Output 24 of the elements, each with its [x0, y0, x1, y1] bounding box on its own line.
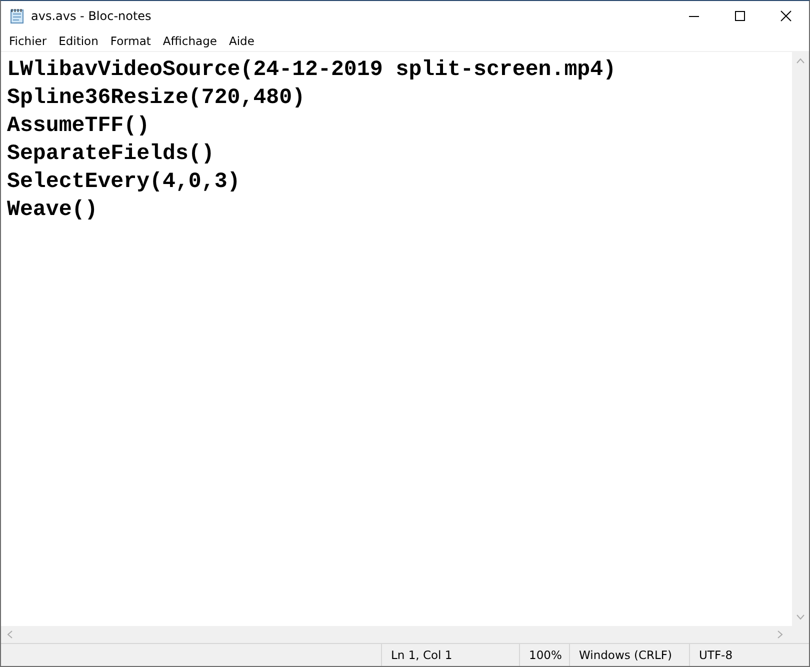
scroll-right-icon[interactable] [777, 630, 783, 639]
vertical-scrollbar[interactable] [792, 52, 809, 626]
code-line: Spline36Resize(720,480) [7, 85, 306, 112]
encoding: UTF-8 [689, 644, 809, 666]
scroll-left-icon[interactable] [7, 630, 13, 639]
horizontal-scrollbar[interactable] [1, 626, 809, 643]
code-line: LWlibavVideoSource(24-12-2019 split-screen.mp4) [7, 57, 618, 84]
scroll-down-icon[interactable] [796, 614, 805, 620]
scroll-up-icon[interactable] [796, 58, 805, 64]
code-line: SeparateFields() [7, 141, 216, 168]
cursor-position: Ln 1, Col 1 [381, 644, 519, 666]
text-editor[interactable]: LWlibavVideoSource(24-12-2019 split-screen.mp4) Spline36Resize(720,480) AssumeTFF() SeparateFields() SelectEvery(4,0,3) Weave() [1, 52, 792, 626]
menu-item[interactable]: Format [104, 34, 157, 48]
code-line: Weave() [7, 197, 99, 224]
menu-item[interactable]: Aide [222, 34, 260, 48]
line-endings: Windows (CRLF) [569, 644, 689, 666]
menu-item[interactable]: Fichier [3, 34, 53, 48]
code-line: SelectEvery(4,0,3) [7, 169, 242, 196]
window-title: avs.avs - Bloc-notes [31, 9, 152, 23]
zoom-level: 100% [519, 644, 569, 666]
menu-item[interactable]: Affichage [156, 34, 223, 48]
notepad-icon [9, 8, 25, 24]
code-line: AssumeTFF() [7, 113, 151, 140]
menu-item[interactable]: Edition [52, 34, 104, 48]
